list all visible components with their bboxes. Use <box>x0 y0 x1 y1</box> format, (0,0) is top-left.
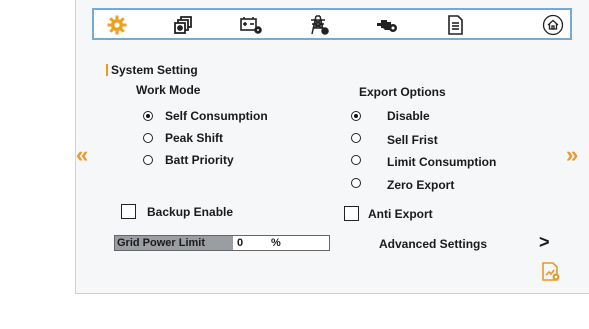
gear-icon[interactable] <box>104 13 130 37</box>
option-sell-frist-label[interactable]: Sell Frist <box>387 133 438 147</box>
chevron-right-icon[interactable]: > <box>539 232 550 253</box>
save-settings-icon[interactable] <box>540 261 562 283</box>
stack-icon[interactable] <box>170 13 196 37</box>
anti-export-label[interactable]: Anti Export <box>368 207 433 221</box>
grid-power-limit-value[interactable]: 0 <box>237 236 243 250</box>
generator-icon[interactable] <box>374 13 400 37</box>
radio-batt-priority[interactable] <box>143 155 153 165</box>
grid-power-limit-field[interactable]: Grid Power Limit 0 % <box>114 235 330 251</box>
home-icon[interactable] <box>540 13 566 37</box>
battery-settings-icon[interactable] <box>238 13 264 37</box>
option-limit-consumption-label[interactable]: Limit Consumption <box>387 155 496 169</box>
radio-self-consumption[interactable] <box>143 111 153 121</box>
next-page-arrow[interactable]: » <box>566 142 578 168</box>
document-icon[interactable] <box>442 13 468 37</box>
option-self-consumption-label[interactable]: Self Consumption <box>165 109 268 123</box>
option-disable-label[interactable]: Disable <box>387 109 430 123</box>
radio-disable[interactable] <box>351 111 361 121</box>
section-title: System Setting <box>106 63 198 77</box>
grid-power-limit-unit: % <box>271 237 281 249</box>
backup-enable-checkbox[interactable] <box>121 204 136 219</box>
radio-zero-export[interactable] <box>351 178 361 188</box>
export-options-title: Export Options <box>359 85 446 99</box>
work-mode-title: Work Mode <box>136 83 201 97</box>
prev-page-arrow[interactable]: « <box>76 142 88 168</box>
backup-enable-label[interactable]: Backup Enable <box>147 205 233 219</box>
grid-power-limit-label: Grid Power Limit <box>115 236 233 250</box>
grid-tower-icon[interactable] <box>306 13 332 37</box>
option-batt-priority-label[interactable]: Batt Priority <box>165 153 234 167</box>
advanced-settings-link[interactable]: Advanced Settings <box>379 237 487 251</box>
option-peak-shift-label[interactable]: Peak Shift <box>165 131 223 145</box>
radio-limit-consumption[interactable] <box>351 155 361 165</box>
inverter-screen: System Setting Work Mode Self Consumptio… <box>75 0 589 294</box>
radio-sell-frist[interactable] <box>351 133 361 143</box>
anti-export-checkbox[interactable] <box>344 206 359 221</box>
radio-peak-shift[interactable] <box>143 133 153 143</box>
option-zero-export-label[interactable]: Zero Export <box>387 178 454 192</box>
top-toolbar <box>92 8 572 40</box>
